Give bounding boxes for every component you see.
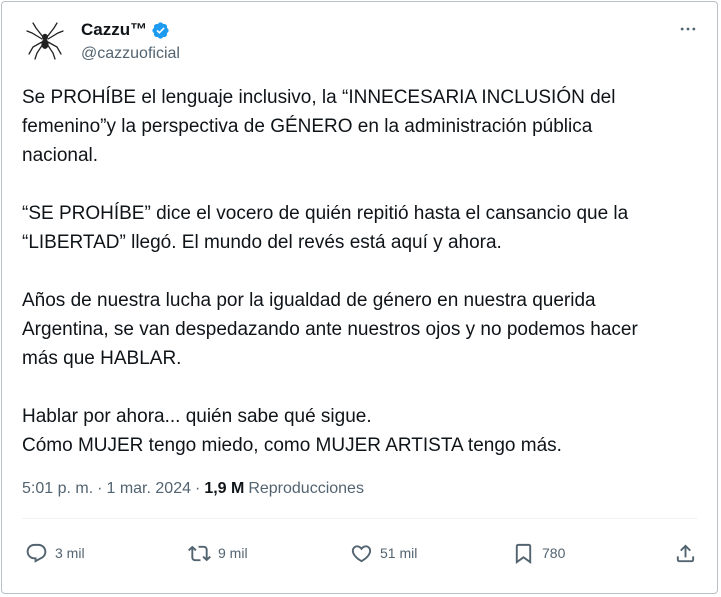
tweet-line: “SE PROHÍBE” dice el vocero de quién rep… — [22, 203, 629, 224]
tweet-line: Hablar por ahora... quién sabe qué sigue… — [22, 406, 372, 427]
reply-count: 3 mil — [55, 545, 85, 561]
bookmark-count: 780 — [542, 545, 566, 561]
tweet-date[interactable]: 1 mar. 2024 — [106, 480, 191, 498]
tweet-line: Se PROHÍBE el lenguaje inclusivo, la “IN… — [22, 87, 616, 108]
tweet-line: Años de nuestra lucha por la igualdad de… — [22, 290, 596, 311]
divider — [22, 518, 697, 519]
retweet-icon — [188, 545, 211, 561]
bookmark-button[interactable]: 780 — [512, 536, 565, 570]
views-label: Reproducciones — [248, 480, 364, 497]
meta-separator: · — [194, 480, 201, 497]
tweet-line: Argentina, se van despedazando ante nues… — [22, 319, 638, 340]
tweet-paragraph: “SE PROHÍBE” dice el vocero de quién rep… — [22, 199, 712, 257]
author-display-name[interactable]: Cazzu™ — [81, 20, 147, 40]
retweet-count: 9 mil — [218, 545, 248, 561]
tweet-card: Cazzu™ @cazzuoficial Se PROHÍBE el lengu… — [1, 1, 718, 594]
more-horizontal-icon — [680, 27, 696, 31]
views-count: 1,9 M — [204, 480, 245, 497]
share-button[interactable] — [674, 536, 697, 570]
like-count: 51 mil — [380, 545, 418, 561]
verified-badge-icon — [152, 21, 169, 39]
spider-logo-icon — [26, 22, 64, 60]
avatar[interactable] — [22, 17, 68, 63]
meta-separator: · — [97, 480, 103, 497]
tweet-paragraph: Hablar por ahora... quién sabe qué sigue… — [22, 402, 712, 460]
author-name-row[interactable]: Cazzu™ — [81, 20, 170, 40]
author-handle[interactable]: @cazzuoficial — [81, 45, 180, 63]
tweet-line: nacional. — [22, 145, 99, 166]
bookmark-icon — [515, 543, 532, 564]
tweet-paragraph: Se PROHÍBE el lenguaje inclusivo, la “IN… — [22, 83, 712, 170]
tweet-line: más que HABLAR. — [22, 348, 182, 369]
more-button[interactable] — [675, 18, 701, 40]
tweet-time[interactable]: 5:01 p. m. — [22, 480, 93, 498]
action-bar: 3 mil 9 mil 51 mil 780 — [2, 536, 719, 570]
reply-icon — [26, 543, 47, 563]
retweet-button[interactable]: 9 mil — [188, 536, 248, 570]
tweet-meta: 5:01 p. m. · 1 mar. 2024 · 1,9 M Reprodu… — [22, 480, 364, 498]
like-button[interactable]: 51 mil — [350, 536, 417, 570]
share-icon — [676, 543, 695, 562]
tweet-text: Se PROHÍBE el lenguaje inclusivo, la “IN… — [22, 83, 712, 489]
tweet-line: femenino”y la perspectiva de GÉNERO en l… — [22, 116, 593, 137]
tweet-line: Cómo MUJER tengo miedo, como MUJER ARTIS… — [22, 435, 562, 456]
reply-button[interactable]: 3 mil — [25, 536, 85, 570]
tweet-line: “LIBERTAD” llegó. El mundo del revés est… — [22, 232, 502, 253]
tweet-paragraph: Años de nuestra lucha por la igualdad de… — [22, 286, 712, 373]
heart-icon — [351, 544, 372, 562]
